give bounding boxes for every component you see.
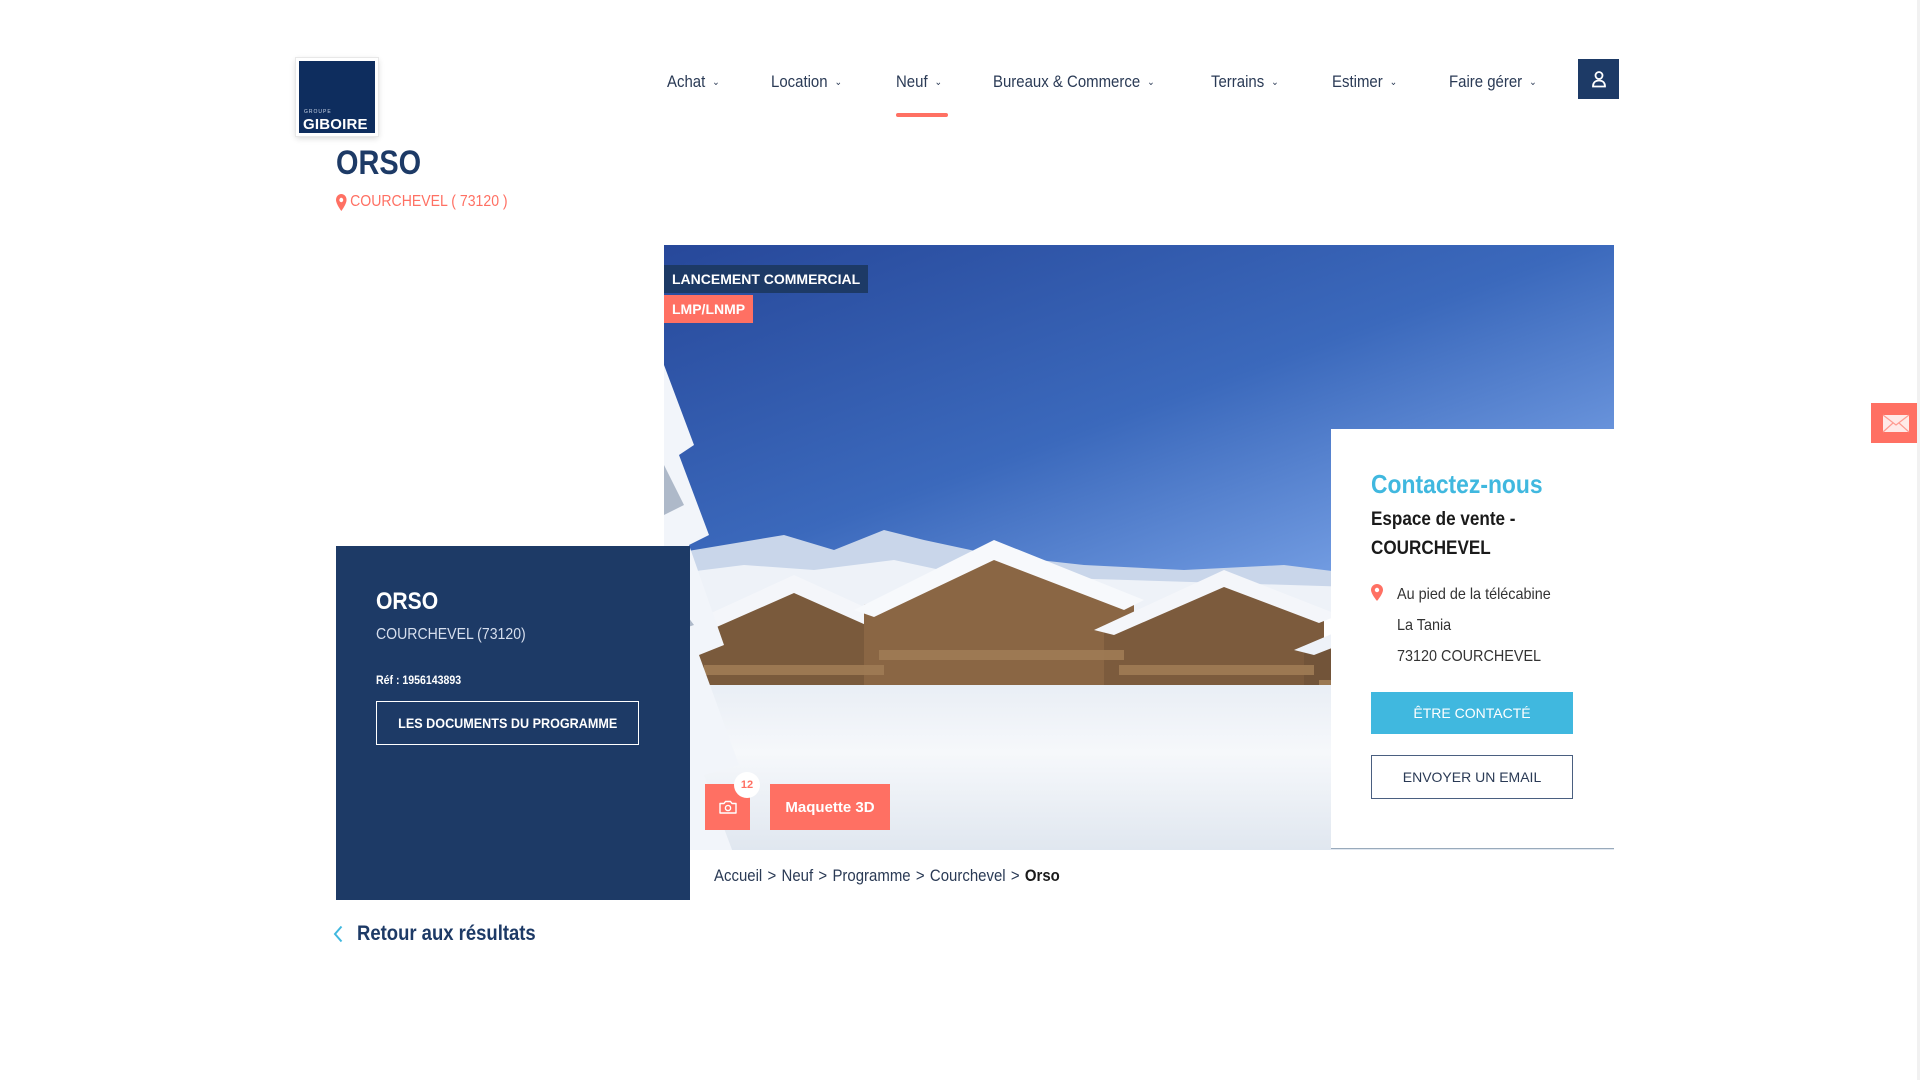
docs-button-label: LES DOCUMENTS DU PROGRAMME: [397, 715, 618, 731]
page-location: COURCHEVEL ( 73120 ): [336, 193, 508, 211]
photo-count-badge: 12: [734, 772, 760, 798]
contact-card: Contactez-nous Espace de vente - COURCHE…: [1331, 429, 1614, 849]
breadcrumb-separator: >: [915, 866, 925, 885]
breadcrumb-separator: >: [818, 866, 828, 885]
nav-label: Faire gérer: [1449, 72, 1523, 91]
brand-logo[interactable]: GROUPE GIBOIRE: [295, 57, 379, 137]
nav-item-location[interactable]: Location ⌄: [771, 72, 842, 92]
chevron-down-icon: ⌄: [712, 77, 720, 88]
nav-label: Bureaux & Commerce: [993, 72, 1141, 91]
logo-small-text: GROUPE: [304, 109, 332, 115]
back-link-label: Retour aux résultats: [357, 922, 536, 945]
request-contact-button[interactable]: ÊTRE CONTACTÉ: [1371, 692, 1573, 734]
nav-item-achat[interactable]: Achat ⌄: [667, 72, 720, 92]
nav-label: Achat: [667, 72, 706, 91]
chevron-left-icon: [333, 925, 343, 943]
address-line: 73120 COURCHEVEL: [1397, 648, 1542, 665]
camera-icon: [718, 800, 737, 814]
user-icon: [1591, 71, 1606, 88]
chevron-down-icon: ⌄: [834, 77, 842, 88]
address-line: Au pied de la télécabine: [1397, 586, 1551, 603]
info-card-title: ORSO: [376, 588, 439, 615]
send-email-button[interactable]: ENVOYER UN EMAIL: [1371, 755, 1573, 799]
location-text: COURCHEVEL ( 73120 ): [350, 193, 508, 210]
chevron-down-icon: ⌄: [1389, 77, 1398, 88]
nav-item-bureaux-commerce[interactable]: Bureaux & Commerce ⌄: [993, 72, 1155, 92]
maquette-3d-button[interactable]: Maquette 3D: [770, 784, 890, 830]
contact-address: Au pied de la télécabine La Tania 73120 …: [1371, 579, 1568, 672]
chevron-down-icon: ⌄: [1529, 77, 1537, 88]
program-info-card: ORSO COURCHEVEL (73120) Réf : 1956143893…: [336, 546, 690, 900]
breadcrumb-separator: >: [767, 866, 777, 885]
tag-lmp-lnmp: LMP/LNMP: [664, 295, 754, 323]
nav-label: Neuf: [896, 72, 928, 91]
address-line: La Tania: [1397, 617, 1452, 634]
tag-lancement-commercial: LANCEMENT COMMERCIAL: [664, 265, 869, 293]
contact-title: Contactez-nous: [1371, 469, 1543, 499]
nav-item-neuf[interactable]: Neuf ⌄: [896, 72, 942, 92]
nav-label: Location: [771, 72, 828, 91]
page-title: ORSO: [336, 144, 422, 182]
breadcrumb-current: Orso: [1024, 866, 1060, 885]
nav-active-underline: [896, 113, 948, 117]
breadcrumb-courchevel[interactable]: Courchevel: [930, 866, 1006, 885]
nav-label: Terrains: [1211, 72, 1265, 91]
floating-contact-button[interactable]: [1871, 403, 1920, 443]
info-card-location: COURCHEVEL (73120): [376, 626, 526, 643]
breadcrumb-separator: >: [1010, 866, 1020, 885]
chevron-down-icon: ⌄: [934, 77, 943, 88]
info-card-reference: Réf : 1956143893: [376, 673, 462, 687]
location-pin-icon: [336, 193, 347, 211]
nav-item-faire-gerer[interactable]: Faire gérer ⌄: [1449, 72, 1537, 92]
location-pin-icon: [1371, 584, 1383, 601]
contact-subtitle: Espace de vente - COURCHEVEL: [1371, 509, 1516, 559]
breadcrumb-neuf[interactable]: Neuf: [782, 866, 814, 885]
logo-big-text: GIBOIRE: [303, 116, 368, 133]
envelope-icon: [1882, 414, 1909, 432]
chevron-down-icon: ⌄: [1147, 77, 1155, 88]
breadcrumb: Accueil > Neuf > Programme > Courchevel > Orso: [714, 866, 1060, 886]
nav-item-estimer[interactable]: Estimer ⌄: [1332, 72, 1397, 92]
breadcrumb-programme[interactable]: Programme: [832, 866, 910, 885]
nav-label: Estimer: [1332, 72, 1383, 91]
back-to-results-link[interactable]: Retour aux résultats: [333, 922, 560, 946]
program-documents-button[interactable]: LES DOCUMENTS DU PROGRAMME: [376, 701, 639, 745]
chevron-down-icon: ⌄: [1271, 77, 1279, 88]
user-account-button[interactable]: [1578, 59, 1619, 99]
nav-item-terrains[interactable]: Terrains ⌄: [1211, 72, 1279, 92]
breadcrumb-accueil[interactable]: Accueil: [714, 866, 762, 885]
